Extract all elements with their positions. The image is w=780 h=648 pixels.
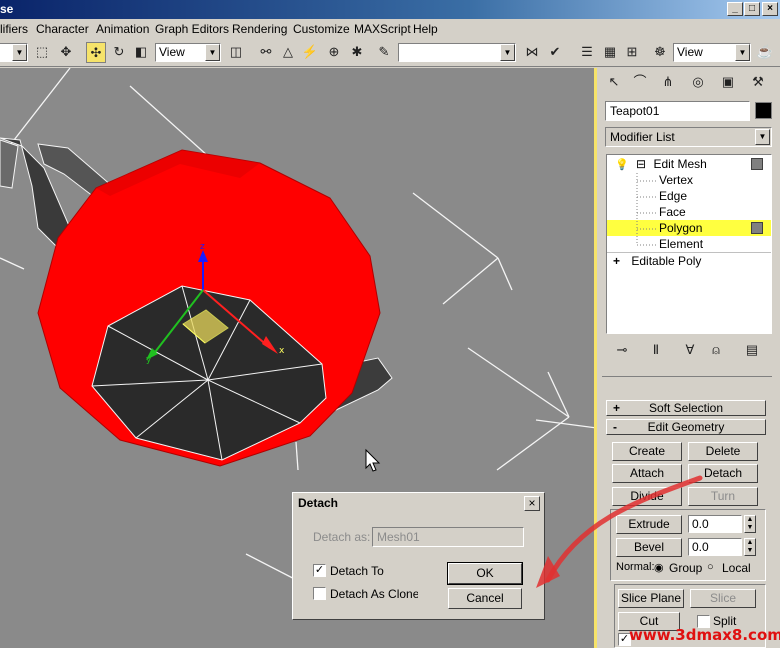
stack-item-icon bbox=[751, 158, 763, 170]
curve-editor-icon[interactable]: ▦ bbox=[600, 42, 620, 63]
snap-toggle-icon[interactable]: ⊕ bbox=[324, 42, 344, 63]
local-radio-label: Local bbox=[722, 561, 751, 575]
bevel-amount-input[interactable]: 0.0 bbox=[688, 538, 742, 556]
lightbulb-icon: 💡 bbox=[615, 159, 629, 171]
menu-rendering[interactable]: Rendering bbox=[232, 22, 287, 36]
minimize-button[interactable]: _ bbox=[727, 2, 743, 16]
edit-geometry-rollout[interactable]: - Edit Geometry bbox=[606, 419, 766, 435]
detach-button[interactable]: Detach bbox=[688, 464, 758, 483]
close-button[interactable]: × bbox=[762, 2, 778, 16]
turn-button[interactable]: Turn bbox=[688, 487, 758, 506]
slice-button[interactable]: Slice bbox=[690, 589, 756, 608]
detach-as-input[interactable]: Mesh01 bbox=[372, 527, 524, 547]
watermark-text: www.3dmax8.com bbox=[629, 626, 780, 644]
extrude-amount-input[interactable]: 0.0 bbox=[688, 515, 742, 533]
modify-tab-icon[interactable]: ⌒ bbox=[630, 72, 650, 93]
edit-named-selection-icon[interactable]: ✎ bbox=[374, 42, 394, 63]
layer-manager-icon[interactable]: ☰ bbox=[577, 42, 597, 63]
selection-filter-dropdown[interactable]: ▼ bbox=[0, 43, 28, 62]
hierarchy-tab-icon[interactable]: ⋔ bbox=[658, 72, 678, 93]
stack-item-icon bbox=[751, 222, 763, 234]
menu-animation[interactable]: Animation bbox=[96, 22, 149, 36]
cancel-button[interactable]: Cancel bbox=[448, 588, 522, 609]
select-region-icon[interactable]: ⬚ bbox=[32, 42, 52, 63]
window-title: se bbox=[0, 2, 14, 16]
dialog-close-button[interactable]: × bbox=[524, 496, 540, 511]
move-icon[interactable]: ✣ bbox=[86, 42, 106, 63]
menu-customize[interactable]: Customize bbox=[293, 22, 350, 36]
configure-sets-icon[interactable]: ▤ bbox=[742, 340, 762, 361]
detach-as-clone-checkbox[interactable] bbox=[313, 587, 326, 600]
bind-space-warp-icon[interactable]: ⚡ bbox=[300, 42, 320, 63]
menu-character[interactable]: Character bbox=[36, 22, 89, 36]
menu-modifiers[interactable]: lifiers bbox=[0, 22, 28, 36]
delete-button[interactable]: Delete bbox=[688, 442, 758, 461]
quick-render-icon[interactable]: ☕ bbox=[755, 42, 775, 63]
motion-tab-icon[interactable]: ◎ bbox=[688, 72, 708, 93]
show-end-result-icon[interactable]: Ⅱ bbox=[646, 340, 666, 361]
extrude-button[interactable]: Extrude bbox=[616, 515, 682, 534]
maximize-button[interactable]: □ bbox=[744, 2, 760, 16]
make-unique-icon[interactable]: ∀ bbox=[680, 340, 700, 361]
detach-dialog: Detach × Detach as: Mesh01 ✓ Detach To D… bbox=[292, 492, 545, 620]
modifier-stack: 💡 ⊟ Edit Mesh Vertex Edge Face Polygon E… bbox=[606, 154, 772, 334]
bevel-button[interactable]: Bevel bbox=[616, 538, 682, 557]
reference-coord-dropdown[interactable]: View ▼ bbox=[155, 43, 221, 62]
dialog-title: Detach bbox=[295, 495, 542, 513]
main-toolbar: ▼ ⬚ ✥ ✣ ↻ ◧ View ▼ ◫ ⚯ △ ⚡ ⊕ ✱ ✎ ▼ ⋈ ✔ ☰ … bbox=[0, 39, 780, 67]
modifier-list-dropdown[interactable]: Modifier List ▼ bbox=[605, 127, 772, 147]
rotate-icon[interactable]: ↻ bbox=[109, 42, 129, 63]
named-selection-dropdown[interactable]: ▼ bbox=[398, 43, 516, 62]
menu-maxscript[interactable]: MAXScript bbox=[354, 22, 411, 36]
menu-bar: lifiers Character Animation Graph Editor… bbox=[0, 19, 780, 39]
svg-text:z: z bbox=[200, 242, 205, 252]
schematic-view-icon[interactable]: ⊞ bbox=[622, 42, 642, 63]
detach-as-label: Detach as: bbox=[313, 530, 371, 544]
create-button[interactable]: Create bbox=[612, 442, 682, 461]
group-radio[interactable]: ◉ bbox=[654, 561, 664, 574]
utilities-tab-icon[interactable]: ⚒ bbox=[748, 72, 768, 93]
select-by-name-icon[interactable]: ✥ bbox=[56, 42, 76, 63]
object-color-swatch[interactable] bbox=[755, 102, 772, 119]
select-and-link-icon[interactable]: ⚯ bbox=[256, 42, 276, 63]
group-radio-label: Group bbox=[669, 561, 703, 575]
stack-item-edit-mesh[interactable]: 💡 ⊟ Edit Mesh bbox=[607, 156, 771, 172]
object-name-field[interactable]: Teapot01 bbox=[605, 101, 750, 121]
extrude-spinner[interactable]: ▲ ▼ bbox=[744, 515, 756, 533]
menu-help[interactable]: Help bbox=[413, 22, 438, 36]
stack-item-editable-poly[interactable]: + Editable Poly bbox=[607, 252, 771, 268]
align-icon[interactable]: ✔ bbox=[545, 42, 565, 63]
local-radio[interactable]: ○ bbox=[707, 561, 714, 573]
menu-graph-editors[interactable]: Graph Editors bbox=[155, 22, 229, 36]
normal-label: Normal: bbox=[616, 561, 655, 573]
angle-snap-icon[interactable]: ✱ bbox=[347, 42, 367, 63]
detach-to-checkbox[interactable]: ✓ bbox=[313, 564, 326, 577]
render-setup-icon[interactable]: ☸ bbox=[650, 42, 670, 63]
detach-to-label: Detach To bbox=[330, 564, 384, 578]
divide-button[interactable]: Divide bbox=[612, 487, 682, 506]
pivot-center-icon[interactable]: ◫ bbox=[226, 42, 246, 63]
svg-text:y: y bbox=[146, 355, 152, 365]
unlink-icon[interactable]: △ bbox=[278, 42, 298, 63]
soft-selection-rollout[interactable]: + Soft Selection bbox=[606, 400, 766, 416]
detach-as-clone-label: Detach As Clone bbox=[330, 587, 418, 601]
view-dropdown[interactable]: View ▼ bbox=[673, 43, 751, 62]
attach-button[interactable]: Attach bbox=[612, 464, 682, 483]
mouse-cursor-icon bbox=[365, 448, 381, 472]
create-tab-icon[interactable]: ↖ bbox=[604, 72, 624, 93]
slice-plane-button[interactable]: Slice Plane bbox=[618, 589, 684, 608]
mirror-icon[interactable]: ⋈ bbox=[522, 42, 542, 63]
scale-icon[interactable]: ◧ bbox=[131, 42, 151, 63]
display-tab-icon[interactable]: ▣ bbox=[718, 72, 738, 93]
svg-text:x: x bbox=[279, 346, 285, 356]
title-bar: se _ □ × bbox=[0, 0, 780, 19]
pin-stack-icon[interactable]: ⊸ bbox=[612, 340, 632, 361]
remove-modifier-icon[interactable]: ⍝ bbox=[706, 340, 726, 361]
ok-button[interactable]: OK bbox=[447, 562, 523, 585]
bevel-spinner[interactable]: ▲ ▼ bbox=[744, 538, 756, 556]
stack-tree-lines bbox=[636, 173, 657, 246]
